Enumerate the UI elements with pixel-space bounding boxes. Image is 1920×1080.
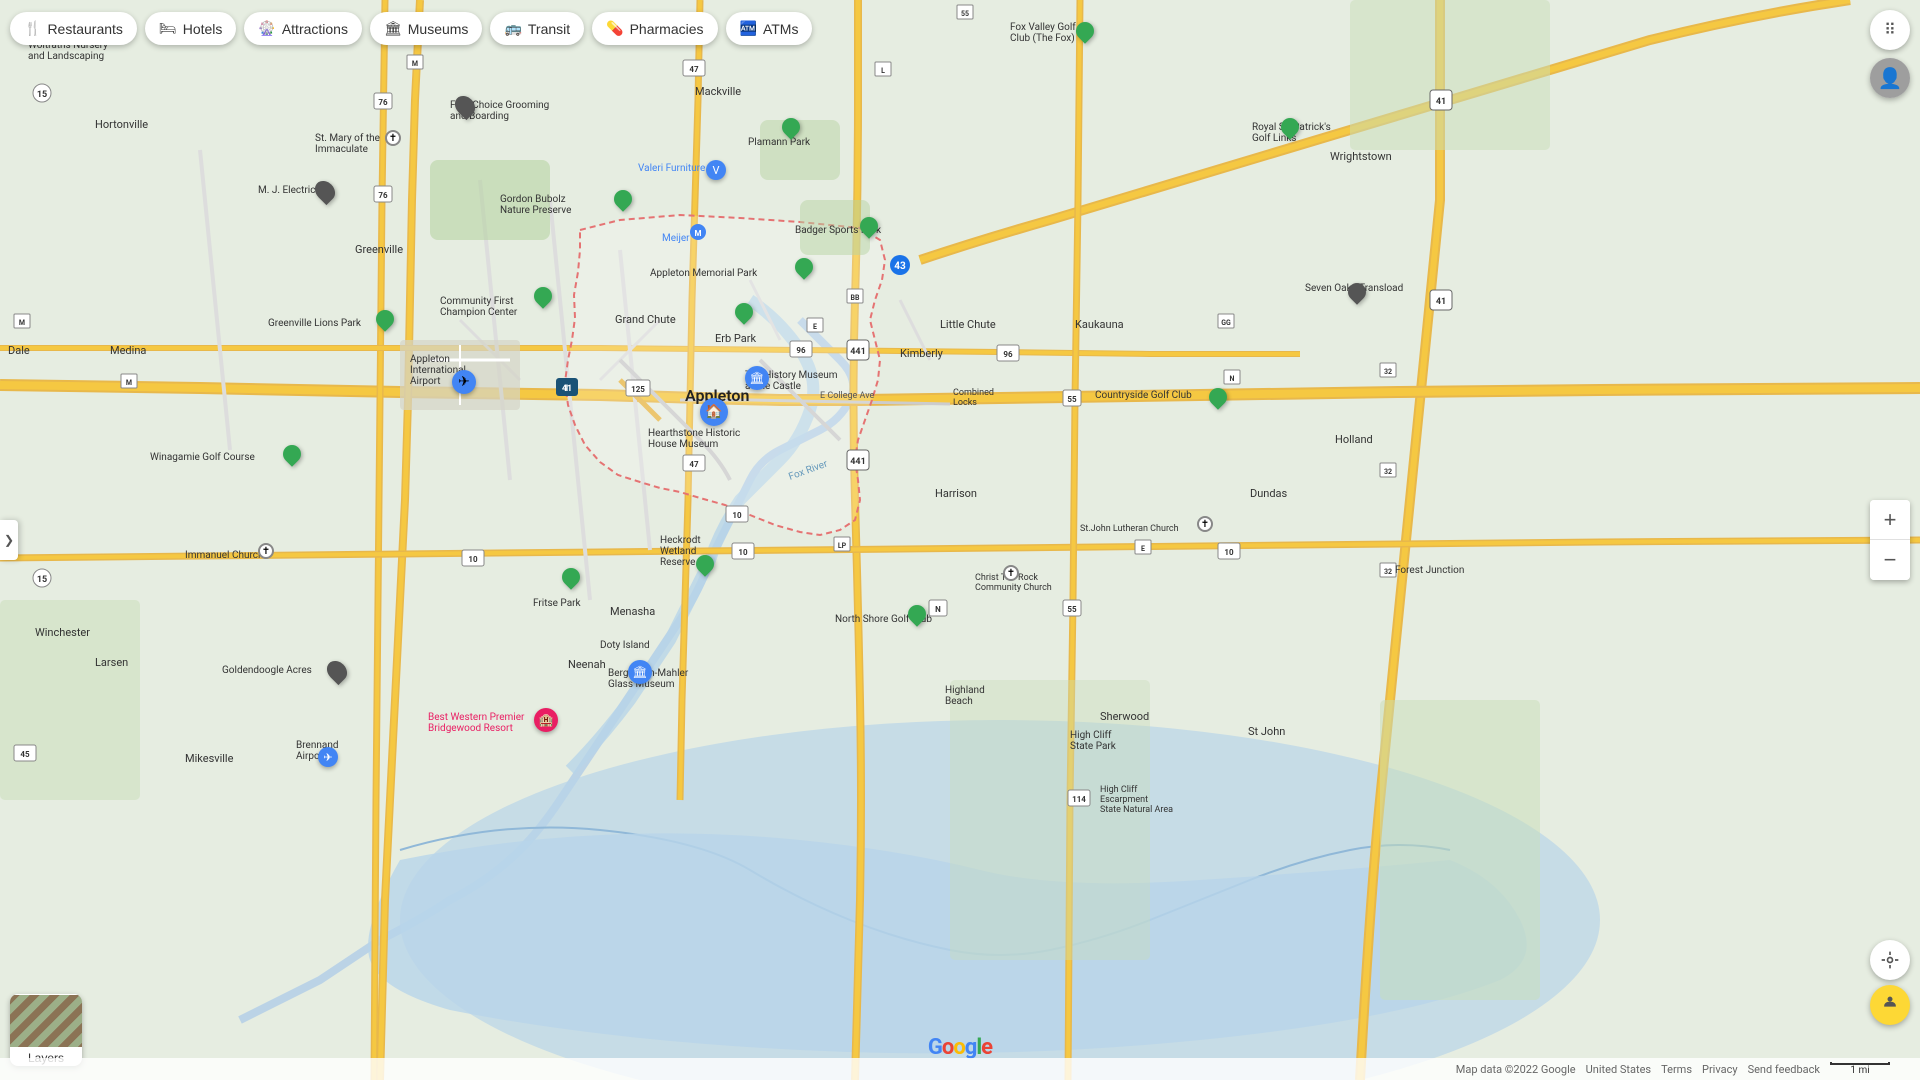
zoom-controls: + − [1870, 500, 1910, 580]
svg-text:10: 10 [468, 555, 478, 564]
svg-text:32: 32 [1384, 468, 1392, 476]
svg-text:45: 45 [20, 750, 30, 759]
svg-text:BB: BB [851, 294, 860, 302]
transit-icon: 🚌 [504, 20, 521, 37]
museums-pill[interactable]: 🏛 Museums [370, 12, 482, 45]
layers-thumbnail [10, 995, 82, 1047]
svg-text:55: 55 [1067, 395, 1077, 404]
scale-bar: 1 mi [1830, 1062, 1890, 1076]
feedback-link[interactable]: Send feedback [1748, 1063, 1820, 1076]
svg-text:125: 125 [631, 385, 645, 394]
transit-label: Transit [528, 21, 570, 37]
svg-text:441: 441 [850, 457, 866, 467]
map-data-text: Map data ©2022 Google [1456, 1063, 1576, 1076]
terms-link[interactable]: Terms [1661, 1063, 1692, 1076]
hotels-label: Hotels [183, 21, 223, 37]
svg-text:96: 96 [1003, 350, 1013, 359]
top-right-controls: ⠿ 👤 [1870, 10, 1910, 98]
privacy-link[interactable]: Privacy [1702, 1063, 1738, 1076]
restaurants-pill[interactable]: 🍴 Restaurants [10, 12, 137, 45]
google-logo: Google [928, 1035, 992, 1060]
country-text: United States [1586, 1063, 1651, 1076]
pharmacies-label: Pharmacies [630, 21, 704, 37]
map-container: 43 [0, 0, 1920, 1080]
svg-text:M: M [412, 60, 418, 68]
svg-text:55: 55 [1067, 605, 1077, 614]
svg-text:55: 55 [961, 10, 969, 18]
street-view-button[interactable] [1870, 985, 1910, 1025]
svg-text:N: N [935, 605, 941, 614]
google-o1: o [942, 1035, 953, 1060]
my-location-button[interactable] [1870, 940, 1910, 980]
zoom-in-button[interactable]: + [1870, 500, 1910, 540]
atms-icon: 🏧 [740, 20, 757, 37]
restaurants-icon: 🍴 [24, 20, 41, 37]
svg-text:M: M [694, 229, 701, 238]
pharmacies-icon: 💊 [606, 20, 623, 37]
svg-text:LP: LP [838, 542, 847, 550]
svg-text:43: 43 [894, 261, 906, 272]
svg-text:41: 41 [1436, 297, 1446, 307]
svg-text:41: 41 [1436, 97, 1446, 107]
svg-text:441: 441 [850, 347, 866, 357]
pharmacies-pill[interactable]: 💊 Pharmacies [592, 12, 717, 45]
attractions-pill[interactable]: 🎡 Attractions [244, 12, 362, 45]
zoom-out-button[interactable]: − [1870, 540, 1910, 580]
google-e: e [981, 1035, 992, 1060]
sidebar-arrow-icon: ❯ [4, 533, 14, 547]
atms-label: ATMs [763, 21, 799, 37]
google-g: G [928, 1035, 942, 1060]
svg-text:96: 96 [796, 346, 806, 355]
svg-text:47: 47 [689, 65, 699, 74]
google-o2: o [953, 1035, 964, 1060]
svg-text:76: 76 [378, 98, 388, 107]
svg-text:15: 15 [37, 90, 47, 100]
svg-text:114: 114 [1072, 795, 1086, 804]
attractions-label: Attractions [282, 21, 348, 37]
attractions-icon: 🎡 [258, 20, 275, 37]
svg-text:N: N [1230, 375, 1235, 383]
transit-pill[interactable]: 🚌 Transit [490, 12, 584, 45]
google-g2: g [965, 1035, 977, 1060]
museums-icon: 🏛 [384, 20, 402, 37]
svg-text:M: M [126, 379, 132, 387]
svg-text:32: 32 [1384, 368, 1392, 376]
atms-pill[interactable]: 🏧 ATMs [726, 12, 813, 45]
svg-text:M: M [19, 319, 25, 327]
svg-text:10: 10 [738, 548, 748, 557]
layers-button[interactable]: Layers [10, 994, 82, 1066]
user-avatar[interactable]: 👤 [1870, 58, 1910, 98]
svg-text:15: 15 [37, 575, 47, 585]
svg-text:GG: GG [1221, 319, 1231, 327]
svg-text:32: 32 [1384, 568, 1392, 576]
svg-text:41: 41 [562, 384, 572, 394]
svg-text:10: 10 [1224, 548, 1234, 557]
apps-button[interactable]: ⠿ [1870, 10, 1910, 50]
svg-text:E: E [1141, 545, 1145, 553]
scale-label: 1 mi [1850, 1065, 1869, 1076]
svg-text:E: E [813, 323, 817, 331]
sidebar-toggle[interactable]: ❯ [0, 520, 18, 560]
restaurants-label: Restaurants [47, 21, 122, 37]
museums-label: Museums [408, 21, 469, 37]
category-nav: 🍴 Restaurants 🛏 Hotels 🎡 Attractions 🏛 M… [10, 12, 812, 45]
hotels-pill[interactable]: 🛏 Hotels [145, 12, 236, 45]
svg-text:E College Ave: E College Ave [820, 391, 875, 401]
hotels-icon: 🛏 [159, 20, 177, 37]
svg-text:76: 76 [378, 191, 388, 200]
map-background: 43 [0, 0, 1920, 1080]
attribution-bar: Map data ©2022 Google United States Term… [0, 1058, 1920, 1080]
svg-text:47: 47 [689, 460, 699, 469]
svg-text:10: 10 [732, 511, 742, 520]
svg-text:L: L [881, 67, 885, 75]
